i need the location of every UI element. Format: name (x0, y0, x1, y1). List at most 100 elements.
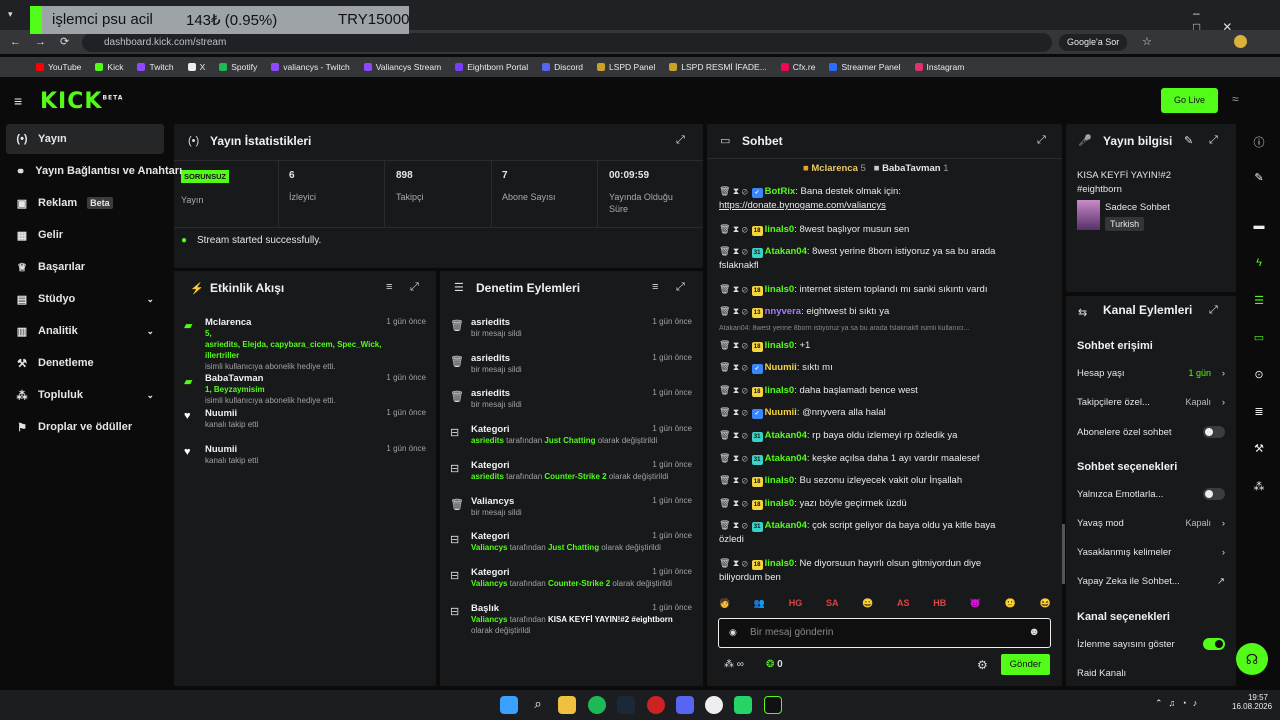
emote-bar[interactable]: 🧑 👥 HG SA 😀 AS HB 😈 🙂 😆 (719, 598, 1051, 609)
bookmark-item[interactable]: Kick (95, 62, 123, 72)
start-icon[interactable] (500, 696, 518, 714)
bookmark-item[interactable]: valiancys - Twitch (271, 62, 350, 72)
chat-input[interactable]: ◉ Bir mesaj gönderin ☻ (718, 618, 1051, 648)
user-avatar-icon[interactable]: ≈ (1232, 92, 1252, 108)
people-icon[interactable]: ⁂ (1252, 480, 1266, 494)
bookmark-item[interactable]: X (187, 62, 205, 72)
tab-menu-icon[interactable]: ▾ (8, 9, 13, 20)
whatsapp-icon[interactable] (734, 696, 752, 714)
hammer-icon[interactable]: ⚒ (1252, 442, 1266, 456)
info-icon[interactable]: ⓘ (1252, 134, 1266, 149)
banned-words-row[interactable]: Yasaklanmış kelimeler › (1077, 547, 1225, 558)
bookmark-item[interactable]: Valiancys Stream (363, 62, 441, 72)
list-icon[interactable]: ☰ (1252, 294, 1266, 308)
chat-username[interactable]: Atakan04 (765, 453, 807, 464)
bookmark-item[interactable]: YouTube (36, 62, 81, 72)
followers-only-row[interactable]: Takipçilere özel... Kapalı › (1077, 397, 1225, 408)
sidebar-item-revenue[interactable]: ▦ Gelir (6, 220, 164, 250)
sidebar-item-trophy[interactable]: ♕ Başarılar (6, 252, 164, 282)
emote-item[interactable]: HG (789, 598, 803, 609)
discord-icon[interactable] (676, 696, 694, 714)
search-icon[interactable]: ⌕ (529, 696, 547, 714)
chat-message[interactable]: 🗑 ⧗ ⊘ 31 Atakan04: 8west yerine 8born isti… (719, 244, 1051, 273)
edit-icon[interactable]: ✎ (1184, 134, 1193, 147)
chat-icon[interactable]: ▭ (1252, 331, 1266, 345)
tray-icons[interactable]: ⌃♫◔♪ (1155, 698, 1203, 709)
chat-message[interactable]: 🗑 ⧗ ⊘ 31 Atakan04: keşke açılsa daha 1 ayı… (719, 451, 1051, 466)
show-views-row[interactable]: İzlenme sayısını göster (1077, 638, 1225, 650)
kick-app-icon[interactable] (764, 696, 782, 714)
mod-tools-icon[interactable]: 🗑 ⧗ ⊘ (719, 498, 748, 508)
mod-tools-icon[interactable]: 🗑 ⧗ ⊘ (719, 475, 748, 485)
emote-item[interactable]: HB (933, 598, 946, 609)
chat-message[interactable]: 🗑 ⧗ ⊘ 18 linals0: +1 (719, 338, 1051, 353)
chat-message[interactable]: 🗑 ⧗ ⊘ 31 Atakan04: rp baya oldu izlemeyi r… (719, 428, 1051, 443)
popout-icon[interactable]: ⤢ (1209, 134, 1218, 147)
chat-message[interactable]: 🗑 ⧗ ⊘ ✓ Nuumii: sıktı mı (719, 360, 1051, 375)
sidebar-item-broadcast[interactable]: (•) Yayın (6, 124, 164, 154)
sidebar-item-analytics[interactable]: ▥ Analitik ⌄ (6, 316, 164, 346)
explorer-icon[interactable] (558, 696, 576, 714)
subs-only-toggle[interactable] (1203, 426, 1225, 438)
hamburger-menu-icon[interactable]: ≡ (14, 93, 22, 109)
bookmark-item[interactable]: Cfx.re (780, 62, 815, 72)
popout-icon[interactable]: ⤢ (1209, 304, 1218, 317)
chat-message[interactable]: 🗑 ⧗ ⊘ 18 linals0: yazı böyle geçirmek üzdü (719, 496, 1051, 511)
steam-icon[interactable] (617, 696, 635, 714)
chat-message[interactable]: 🗑 ⧗ ⊘ 18 linals0: internet sistem toplandı… (719, 282, 1051, 297)
sidebar-item-community[interactable]: ⁂ Topluluk ⌄ (6, 380, 164, 410)
mod-tools-icon[interactable]: 🗑 ⧗ ⊘ (719, 558, 748, 568)
chat-username[interactable]: Atakan04 (765, 246, 807, 257)
kick-logo[interactable]: KICKBETA (40, 89, 123, 114)
chrome-icon[interactable] (705, 696, 723, 714)
show-views-toggle[interactable] (1203, 638, 1225, 650)
spotify-icon[interactable] (588, 696, 606, 714)
emotes-only-toggle[interactable] (1203, 488, 1225, 500)
slow-mode-row[interactable]: Yavaş mod Kapalı › (1077, 518, 1225, 529)
profile-avatar[interactable] (1234, 35, 1247, 48)
chat-username[interactable]: Atakan04 (765, 520, 807, 531)
emote-item[interactable]: AS (897, 598, 910, 609)
mod-tools-icon[interactable]: 🗑 ⧗ ⊘ (719, 340, 748, 350)
mod-tools-icon[interactable]: 🗑 ⧗ ⊘ (719, 430, 748, 440)
bookmark-item[interactable]: Streamer Panel (829, 62, 901, 72)
sidebar-item-hammer[interactable]: ⚒ Denetleme (6, 348, 164, 378)
chat-username[interactable]: linals0 (765, 340, 795, 351)
bookmark-item[interactable]: LSPD RESMİ İFADE... (669, 62, 767, 72)
chat-text[interactable]: https://donate.bynogame.com/valiancys (719, 200, 886, 211)
popout-icon[interactable]: ⤢ (410, 281, 419, 294)
bookmark-item[interactable]: Twitch (137, 62, 174, 72)
emote-item[interactable]: 🧑 (719, 598, 730, 609)
subs-only-row[interactable]: Abonelere özel sohbet (1077, 426, 1225, 438)
sidebar-item-gift[interactable]: ⚑ Droplar ve ödüller (6, 412, 164, 442)
chat-message[interactable]: 🗑 ⧗ ⊘ 18 linals0: daha başlamadı bence wes… (719, 383, 1051, 398)
chat-username[interactable]: BotRix (765, 186, 796, 197)
emote-item[interactable]: 😆 (1040, 598, 1051, 609)
chat-username[interactable]: linals0 (765, 385, 795, 396)
bookmark-item[interactable]: Discord (542, 62, 583, 72)
chat-message[interactable]: 🗑 ⧗ ⊘ 18 linals0: Ne diyorsuun hayırlı ols… (719, 556, 1051, 585)
mod-tools-icon[interactable]: 🗑 ⧗ ⊘ (719, 246, 748, 256)
sidebar-item-link[interactable]: ⚭ Yayın Bağlantısı ve Anahtarı (6, 156, 182, 186)
popout-icon[interactable]: ⤢ (1037, 134, 1046, 147)
bolt-icon[interactable]: ϟ (1252, 257, 1266, 271)
chat-username[interactable]: Atakan04 (765, 430, 807, 441)
raid-channel-row[interactable]: Raid Kanalı (1077, 668, 1225, 679)
account-age-row[interactable]: Hesap yaşı 1 gün › (1077, 368, 1225, 379)
chat-message[interactable]: 🗑 ⧗ ⊘ 31 Atakan04: çok script geliyor da b… (719, 518, 1051, 547)
emote-item[interactable]: 😀 (862, 598, 873, 609)
google-ask-button[interactable]: Google'a Sor (1059, 34, 1128, 51)
emote-item[interactable]: 🙂 (1005, 598, 1016, 609)
chat-message[interactable]: 🗑 ⧗ ⊘ 18 linals0: Bu sezonu izleyecek vaki… (719, 473, 1051, 488)
mod-tools-icon[interactable]: 🗑 ⧗ ⊘ (719, 224, 748, 234)
help-fab-button[interactable]: ☊ (1236, 643, 1268, 675)
chat-settings-icon[interactable]: ⚙ (977, 658, 988, 672)
mod-tools-icon[interactable]: 🗑 ⧗ ⊘ (719, 362, 748, 372)
filter-icon[interactable]: ≡ (386, 281, 392, 293)
chat-message[interactable]: 🗑 ⧗ ⊘ 18 linals0: 8west başlıyor musun sen (719, 222, 1051, 237)
mod-tools-icon[interactable]: 🗑 ⧗ ⊘ (719, 284, 748, 294)
mod-tools-icon[interactable]: 🗑 ⧗ ⊘ (719, 306, 748, 316)
chat-username[interactable]: linals0 (765, 558, 795, 569)
chat-username[interactable]: linals0 (765, 284, 795, 295)
mod-tools-icon[interactable]: 🗑 ⧗ ⊘ (719, 186, 748, 196)
